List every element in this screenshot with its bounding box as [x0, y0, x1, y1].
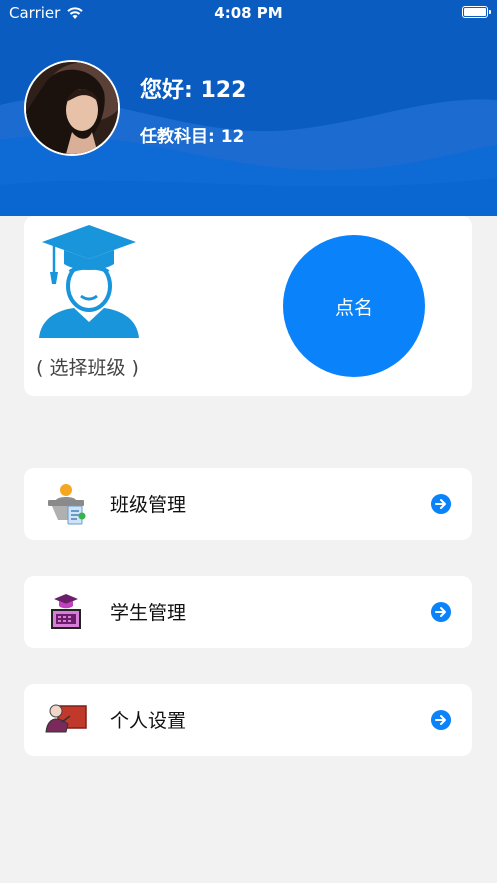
- student-management-icon: [51, 594, 81, 629]
- personal-settings-icon: [45, 704, 87, 733]
- select-class-button[interactable]: ( 选择班级 ): [36, 353, 139, 380]
- rollcall-card: ( 选择班级 ) 点名: [24, 216, 472, 396]
- rollcall-label: 点名: [334, 296, 373, 319]
- rollcall-button[interactable]: 点名: [283, 235, 425, 377]
- status-bar: Carrier 4:08 PM: [0, 0, 497, 26]
- menu-item-label: 班级管理: [110, 494, 187, 516]
- greeting-text: 您好: 122: [140, 78, 247, 103]
- menu-item-label: 个人设置: [110, 710, 187, 732]
- header-banner: Carrier 4:08 PM 您好: 122 任教科目: 12: [0, 0, 497, 216]
- arrow-right-icon: [431, 494, 451, 514]
- status-time: 4:08 PM: [214, 4, 283, 22]
- menu-item-personal-settings[interactable]: 个人设置: [24, 684, 472, 756]
- menu-item-label: 学生管理: [110, 602, 187, 624]
- battery-icon: [462, 6, 491, 18]
- menu-item-class-management[interactable]: 班级管理: [24, 468, 472, 540]
- menu-item-student-management[interactable]: 学生管理: [24, 576, 472, 648]
- class-management-icon: [48, 484, 86, 525]
- avatar[interactable]: [24, 60, 120, 156]
- teacher-graduate-icon: [39, 225, 139, 338]
- arrow-right-icon: [431, 602, 451, 622]
- subject-text: 任教科目: 12: [140, 127, 245, 147]
- arrow-right-icon: [431, 710, 451, 730]
- avatar-photo: [26, 62, 118, 154]
